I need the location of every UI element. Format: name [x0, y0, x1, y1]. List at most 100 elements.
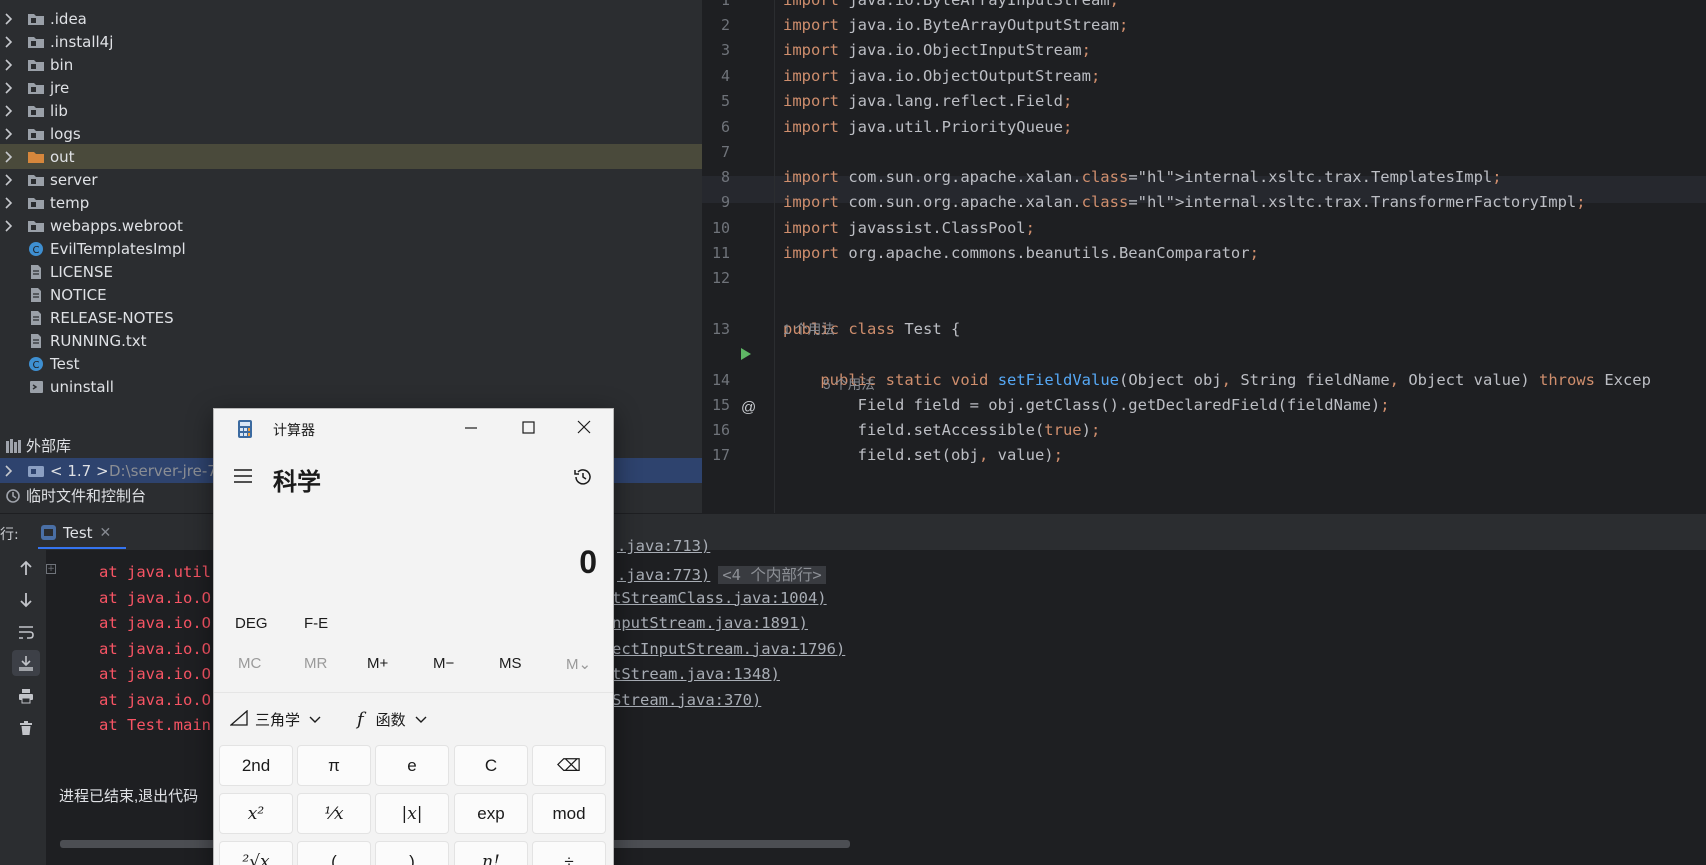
minimize-button[interactable] — [458, 418, 484, 438]
tree-item[interactable]: NOTICE — [0, 282, 702, 307]
tree-item[interactable]: RUNNING.txt — [0, 328, 702, 353]
deg-button[interactable]: DEG — [235, 615, 268, 632]
chevron-right-icon[interactable] — [5, 13, 15, 25]
tree-item[interactable]: .idea — [0, 6, 702, 31]
code-line[interactable]: Field field = obj.getClass().getDeclared… — [783, 396, 1390, 414]
scroll-to-end-icon[interactable] — [12, 650, 40, 676]
line-number: 10 — [711, 219, 730, 237]
code-editor[interactable]: 1 import java.io.ByteArrayInputStream; 2 im… — [702, 0, 1706, 513]
hamburger-menu-icon[interactable] — [233, 468, 253, 484]
trash-icon[interactable] — [12, 715, 40, 741]
tree-item[interactable]: LICENSE — [0, 259, 702, 284]
memory-add-button[interactable]: M+ — [367, 655, 388, 672]
mod-key[interactable]: mod — [532, 793, 606, 834]
code-line[interactable]: public static void setFieldValue(Object … — [783, 371, 1651, 389]
memory-clear-button[interactable]: MC — [238, 655, 261, 672]
print-icon[interactable] — [12, 683, 40, 709]
tree-item-label: server — [50, 170, 98, 189]
close-paren-key[interactable]: ) — [375, 841, 449, 865]
code-line[interactable]: import java.io.ByteArrayOutputStream; — [783, 16, 1128, 34]
tree-item[interactable]: temp — [0, 190, 702, 215]
chevron-right-icon[interactable] — [5, 59, 15, 71]
square-key[interactable]: x² — [219, 793, 293, 834]
folded-frames[interactable]: <4 个内部行> — [718, 566, 826, 584]
chevron-right-icon[interactable] — [5, 174, 15, 186]
divide-key[interactable]: ÷ — [532, 841, 606, 865]
stack-trace-link[interactable]: tStream.java:1348) — [612, 665, 780, 683]
code-line[interactable]: import java.io.ObjectOutputStream; — [783, 67, 1100, 85]
maximize-button[interactable] — [515, 418, 541, 438]
chevron-right-icon[interactable] — [5, 220, 15, 232]
stack-trace-link[interactable]: tStreamClass.java:1004) — [612, 589, 827, 607]
tree-item[interactable]: RELEASE-NOTES — [0, 305, 702, 330]
code-line[interactable]: import org.apache.commons.beanutils.Bean… — [783, 244, 1259, 262]
chevron-right-icon[interactable] — [5, 197, 15, 209]
chevron-right-icon[interactable] — [5, 105, 15, 117]
second-function-key[interactable]: 2nd — [219, 745, 293, 786]
chevron-right-icon[interactable] — [5, 465, 15, 477]
usages-hint[interactable]: 1 个用法 — [783, 318, 835, 338]
euler-key[interactable]: e — [375, 745, 449, 786]
code-line[interactable]: import com.sun.org.apache.xalan.class="h… — [783, 168, 1502, 186]
chevron-right-icon[interactable] — [5, 82, 15, 94]
tree-item[interactable]: logs — [0, 121, 702, 146]
chevron-right-icon[interactable] — [5, 151, 15, 163]
console-link[interactable]: .java:713) — [617, 537, 710, 555]
tree-item[interactable]: server — [0, 167, 702, 192]
code-line[interactable]: field.setAccessible(true); — [783, 421, 1101, 439]
stack-trace-link[interactable]: Stream.java:370) — [612, 691, 761, 709]
fe-button[interactable]: F-E — [304, 615, 328, 632]
memory-subtract-button[interactable]: M− — [433, 655, 454, 672]
tab-label: Test — [63, 523, 93, 542]
stack-trace-link[interactable]: .java:773) <4 个内部行> — [617, 563, 826, 585]
memory-recall-button[interactable]: MR — [304, 655, 327, 672]
exp-key[interactable]: exp — [454, 793, 528, 834]
code-line[interactable]: field.set(obj, value); — [783, 446, 1063, 464]
stack-trace-link[interactable]: ectInputStream.java:1796) — [612, 640, 845, 658]
code-line[interactable]: import java.io.ObjectInputStream; — [783, 41, 1091, 59]
absolute-key[interactable]: |x| — [375, 793, 449, 834]
close-icon[interactable]: ✕ — [100, 525, 112, 541]
tree-item-label: EvilTemplatesImpl — [50, 239, 186, 258]
pi-key[interactable]: π — [297, 745, 371, 786]
history-icon[interactable] — [572, 466, 594, 488]
trigonometry-dropdown[interactable]: 三角学 — [229, 709, 321, 730]
tree-item[interactable]: C EvilTemplatesImpl — [0, 236, 702, 261]
open-paren-key[interactable]: ( — [297, 841, 371, 865]
chevron-right-icon[interactable] — [5, 36, 15, 48]
tree-item[interactable]: .install4j — [0, 29, 702, 54]
code-line[interactable]: import java.io.ByteArrayInputStream; — [783, 0, 1119, 9]
tree-item[interactable]: uninstall — [0, 374, 702, 399]
function-dropdown[interactable]: f 函数 — [357, 709, 427, 730]
tree-item[interactable]: out — [0, 144, 702, 169]
memory-store-button[interactable]: MS — [499, 655, 522, 672]
reciprocal-key[interactable]: ¹⁄x — [297, 793, 371, 834]
run-gutter-icon[interactable] — [740, 347, 752, 365]
tree-item[interactable]: webapps.webroot — [0, 213, 702, 238]
memory-list-button[interactable]: M⌄ — [566, 655, 591, 673]
tree-item[interactable]: bin — [0, 52, 702, 77]
clear-key[interactable]: C — [454, 745, 528, 786]
arrow-up-icon[interactable] — [12, 555, 40, 581]
expand-fold-icon[interactable]: + — [46, 564, 56, 574]
tree-item[interactable]: lib — [0, 98, 702, 123]
class-icon — [40, 524, 57, 541]
code-line[interactable]: import com.sun.org.apache.xalan.class="h… — [783, 193, 1586, 211]
code-line[interactable]: import java.lang.reflect.Field; — [783, 92, 1072, 110]
soft-wrap-icon[interactable] — [12, 619, 40, 645]
usages-hint[interactable]: 5 个用法 — [823, 373, 875, 393]
tab-test[interactable]: Test ✕ — [38, 517, 126, 548]
close-button[interactable] — [571, 418, 597, 438]
arrow-down-icon[interactable] — [12, 587, 40, 613]
tree-item[interactable]: jre — [0, 75, 702, 100]
chevron-right-icon[interactable] — [5, 128, 15, 140]
stack-trace-link[interactable]: nputStream.java:1891) — [612, 614, 808, 632]
code-line[interactable]: import javassist.ClassPool; — [783, 219, 1035, 237]
tree-item[interactable]: C Test — [0, 351, 702, 376]
folder-icon — [27, 103, 45, 119]
factorial-key[interactable]: n! — [454, 841, 528, 865]
backspace-key[interactable]: ⌫ — [532, 745, 606, 786]
override-gutter-icon[interactable]: @ — [741, 399, 756, 416]
code-line[interactable]: import java.util.PriorityQueue; — [783, 118, 1072, 136]
root-key[interactable]: ²√x — [219, 841, 293, 865]
